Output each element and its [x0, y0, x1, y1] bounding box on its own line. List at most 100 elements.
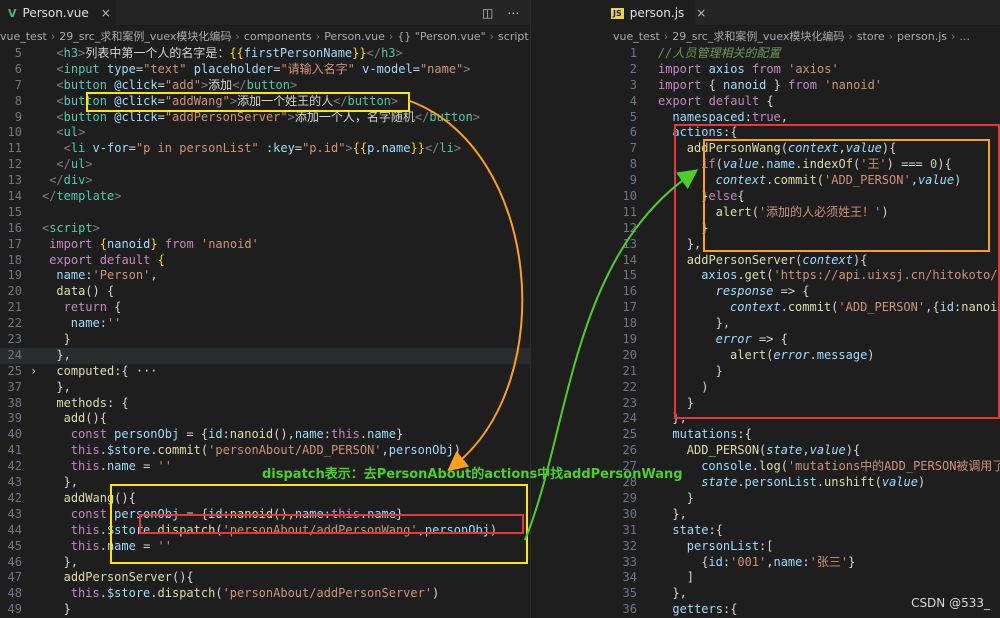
code-line[interactable]: 3 import { nanoid } from 'nanoid'	[603, 78, 1000, 94]
code-line[interactable]: 25 › computed:{ ···	[0, 364, 530, 380]
code-line[interactable]: 44 this.$store.dispatch('personAbout/addP…	[0, 523, 530, 539]
code-token: },	[56, 347, 71, 362]
code-text: <script>	[42, 221, 100, 237]
more-actions-icon[interactable]: ⋯	[507, 6, 519, 20]
code-line[interactable]: 43 const personObj = {id:nanoid(),name:th…	[0, 507, 530, 523]
code-line[interactable]: 18},	[603, 316, 1000, 332]
code-line[interactable]: 46},	[0, 555, 530, 571]
code-line[interactable]: 15 axios.get('https://api.uixsj.cn/hitoko…	[603, 268, 1000, 284]
code-line[interactable]: 5 namespaced:true,	[603, 110, 1000, 126]
code-token: state	[672, 522, 709, 537]
code-line[interactable]: 21}	[603, 364, 1000, 380]
code-line[interactable]: 1 //人员管理相关的配置	[603, 46, 1000, 62]
code-line[interactable]: 6 <input type="text" placeholder="请输入名字" …	[0, 62, 530, 78]
close-tab-icon[interactable]: ×	[101, 6, 111, 20]
code-line[interactable]: 20 alert(error.message)	[603, 348, 1000, 364]
code-line[interactable]: 14 </template>	[0, 189, 530, 205]
line-number: 20	[7, 284, 22, 299]
code-line[interactable]: 19 name:'Person',	[0, 268, 530, 284]
code-line[interactable]: 49}	[0, 602, 530, 618]
breadcrumb-item[interactable]: store	[857, 30, 885, 43]
code-line[interactable]: 2 import axios from 'axios'	[603, 62, 1000, 78]
code-token: //人员管理相关的配置	[658, 46, 781, 60]
code-line[interactable]: 10}else{	[603, 189, 1000, 205]
breadcrumb-item[interactable]: person.js	[897, 30, 947, 43]
breadcrumb-item[interactable]: script	[498, 30, 529, 43]
code-line[interactable]: 13},	[603, 237, 1000, 253]
code-line[interactable]: 11 <li v-for="p in personList" :key="p.id…	[0, 141, 530, 157]
code-line[interactable]: 9 context.commit('ADD_PERSON',value)	[603, 173, 1000, 189]
tab-person-js[interactable]: JS person.js ×	[603, 0, 706, 26]
breadcrumb-item[interactable]: Person.vue	[324, 30, 385, 43]
code-line[interactable]: 10 <ul>	[0, 125, 530, 141]
code-token: <	[56, 93, 64, 108]
code-token: template	[56, 189, 115, 204]
code-line[interactable]: 15	[0, 205, 530, 221]
code-line[interactable]: 25 mutations:{	[603, 427, 1000, 443]
code-line[interactable]: 4 export default {	[603, 94, 1000, 110]
code-line[interactable]: 18 export default {	[0, 253, 530, 269]
code-token: @click	[114, 93, 158, 108]
code-line[interactable]: 22 name:''	[0, 316, 530, 332]
breadcrumb-item[interactable]: vue_test	[0, 30, 47, 43]
code-line[interactable]: 20 data() {	[0, 284, 530, 300]
code-line[interactable]: 19 error => {	[603, 332, 1000, 348]
code-line[interactable]: 30},	[603, 507, 1000, 523]
code-line[interactable]: 41 this.$store.commit('personAbout/ADD_PE…	[0, 443, 530, 459]
code-line[interactable]: 39 add(){	[0, 411, 530, 427]
code-line[interactable]: 11 alert('添加的人必须姓王！')	[603, 205, 1000, 221]
code-line[interactable]: 16 response => {	[603, 284, 1000, 300]
tab-person-vue[interactable]: V Person.vue ×	[0, 0, 116, 26]
code-line[interactable]: 23}	[0, 332, 530, 348]
code-line[interactable]: 5 <h3>列表中第一个人的名字是：{{firstPersonName}}</h3…	[0, 46, 530, 62]
code-line[interactable]: 45 this.name = ''	[0, 539, 530, 555]
close-tab-icon[interactable]: ×	[696, 6, 706, 20]
code-token: from	[164, 236, 194, 251]
code-line[interactable]: 34]	[603, 570, 1000, 586]
code-line[interactable]: 24},	[603, 411, 1000, 427]
code-line[interactable]: 33 {id:'001',name:'张三'}	[603, 555, 1000, 571]
code-line[interactable]: 40 const personObj = {id:nanoid(),name:th…	[0, 427, 530, 443]
line-number: 12	[622, 220, 637, 235]
code-line[interactable]: 14 addPersonServer(context){	[603, 253, 1000, 269]
code-area[interactable]: 1 //人员管理相关的配置 2 import axios from 'axios' 3 i…	[603, 46, 1000, 618]
code-line[interactable]: 7 <button @click="add">添加</button>	[0, 78, 530, 94]
code-line[interactable]: 21 return {	[0, 300, 530, 316]
code-line[interactable]: 38 methods: {	[0, 396, 530, 412]
code-line[interactable]: 12 </ul>	[0, 157, 530, 173]
code-token: :	[222, 506, 230, 521]
breadcrumb-item[interactable]: vue_test	[613, 30, 660, 43]
code-line[interactable]: 32 personList:[	[603, 539, 1000, 555]
breadcrumb-item[interactable]: 29_src_求和案例_vuex模块化编码	[59, 28, 231, 44]
breadcrumb-item[interactable]: components	[244, 30, 312, 43]
code-line[interactable]: 8 if(value.name.indexOf('王') === 0){	[603, 157, 1000, 173]
code-line[interactable]: 17 import {nanoid} from 'nanoid'	[0, 237, 530, 253]
code-line[interactable]: 24},	[0, 347, 530, 364]
breadcrumb-item[interactable]: {} "Person.vue"	[397, 30, 485, 43]
code-line[interactable]: 17 context.commit('ADD_PERSON',{id:nanoid…	[603, 300, 1000, 316]
code-line[interactable]: 8 <button @click="addWang">添加一个姓王的人</butt…	[0, 94, 530, 110]
code-line[interactable]: 16 <script>	[0, 221, 530, 237]
code-line[interactable]: 23}	[603, 396, 1000, 412]
code-line[interactable]: 42 addWang(){	[0, 491, 530, 507]
breadcrumb-item[interactable]: 29_src_求和案例_vuex模块化编码	[672, 28, 844, 44]
split-editor-icon[interactable]: ◫	[482, 6, 493, 20]
code-line[interactable]: 48 this.$store.dispatch('personAbout/addP…	[0, 586, 530, 602]
code-line[interactable]: 13 </div>	[0, 173, 530, 189]
code-text: }	[716, 364, 723, 380]
code-line[interactable]: 6 actions:{	[603, 125, 1000, 141]
code-area[interactable]: 5 <h3>列表中第一个人的名字是：{{firstPersonName}}</h3…	[0, 46, 530, 618]
code-line[interactable]: 29}	[603, 491, 1000, 507]
code-line[interactable]: 7 addPersonWang(context,value){	[603, 141, 1000, 157]
code-line[interactable]: 22)	[603, 380, 1000, 396]
code-line[interactable]: 37},	[0, 380, 530, 396]
code-line[interactable]: 9 <button @click="addPersonServer">添加一个人，…	[0, 110, 530, 126]
code-line[interactable]: 47 addPersonServer(){	[0, 570, 530, 586]
breadcrumb-separator: ›	[951, 29, 956, 43]
code-line[interactable]: 26 ADD_PERSON(state,value){	[603, 443, 1000, 459]
breadcrumb-item[interactable]: ...	[959, 30, 970, 43]
code-line[interactable]: 12}	[603, 221, 1000, 237]
code-line[interactable]: 31 state:{	[603, 523, 1000, 539]
fold-chevron-icon[interactable]: ›	[30, 364, 37, 380]
